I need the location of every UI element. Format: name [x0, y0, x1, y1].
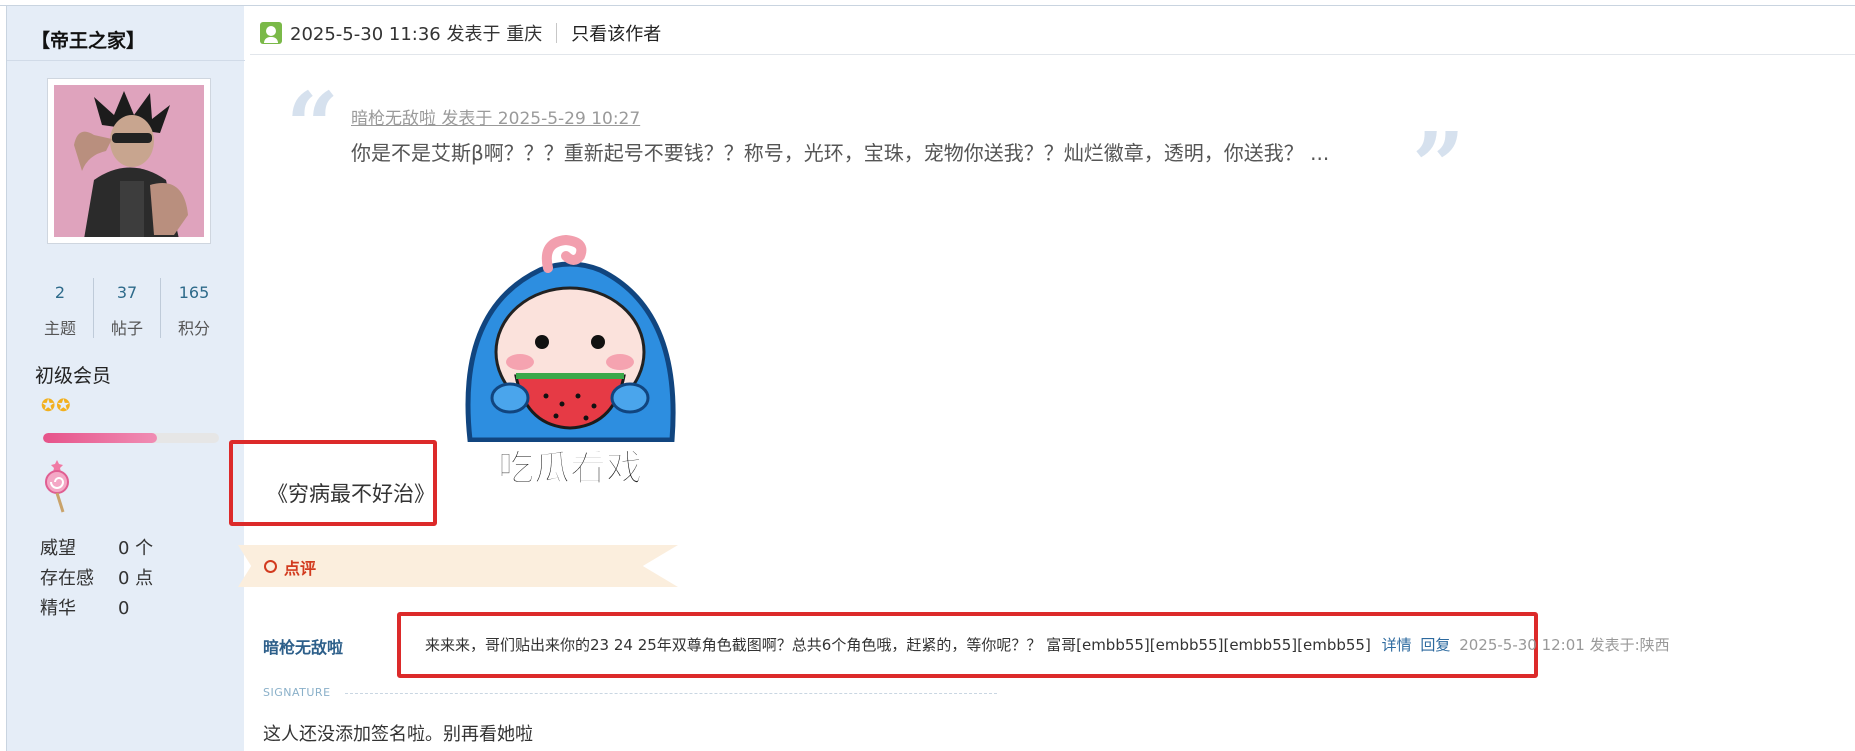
- post-header: 2025-5-30 11:36 发表于 重庆 只看该作者: [260, 20, 661, 46]
- comment-detail-link[interactable]: 详情: [1382, 636, 1412, 654]
- quote-open-icon: “: [286, 72, 339, 180]
- stat-value: 37: [116, 283, 138, 302]
- quote-meta-link[interactable]: 暗枪无敌啦 发表于 2025-5-29 10:27: [351, 104, 640, 129]
- comment-circle-icon: [264, 560, 277, 573]
- prop-value: 0 点: [118, 568, 154, 589]
- stat-label: 积分: [177, 319, 210, 338]
- quote-close-icon: ”: [1412, 112, 1465, 220]
- prop-key: 存在感: [40, 568, 94, 589]
- stat-topics[interactable]: 2 主题: [27, 278, 93, 338]
- stat-value: 165: [178, 283, 210, 302]
- post-body-text: 《穷病最不好治》: [267, 482, 435, 506]
- prop-value: 0: [118, 598, 130, 619]
- comment-banner-label: 点评: [284, 559, 317, 578]
- watermelon-eating-sticker: 吃瓜看戏: [460, 234, 680, 492]
- divider: [7, 60, 245, 61]
- stat-value: 2: [54, 283, 66, 302]
- stat-label: 帖子: [110, 319, 143, 338]
- quote-text: 你是不是艾斯β啊？？？重新起号不要钱？？称号，光环，宝珠，宠物你送我？？灿烂徽章…: [351, 141, 1330, 165]
- stat-posts[interactable]: 37 帖子: [93, 278, 160, 338]
- sticker-caption: 吃瓜看戏: [498, 448, 642, 489]
- prop-presence: 存在感 0 点: [40, 564, 153, 590]
- author-sidebar: 【帝王之家】 2 主题 37 帖子 165 积分 初级会员 ✪✪ 威望 0 个 …: [6, 6, 245, 751]
- prop-prestige: 威望 0 个: [40, 534, 153, 560]
- level-progress-fill: [43, 433, 158, 443]
- comment-user-link[interactable]: 暗枪无敌啦: [263, 634, 343, 658]
- post-time-location: 2025-5-30 11:36 发表于 重庆: [290, 24, 543, 45]
- author-stats: 2 主题 37 帖子 165 积分: [27, 278, 227, 338]
- avatar-character-icon: [54, 85, 204, 237]
- rank-stars-icon: ✪✪: [41, 396, 72, 416]
- avatar[interactable]: [47, 78, 211, 244]
- forum-post-page: 【帝王之家】 2 主题 37 帖子 165 积分 初级会员 ✪✪ 威望 0 个 …: [0, 0, 1855, 751]
- avatar-image: [54, 85, 204, 237]
- comment-time: 2025-5-30 12:01 发表于:陕西: [1459, 636, 1670, 654]
- prop-essence: 精华 0: [40, 594, 129, 620]
- user-icon: [260, 22, 282, 44]
- comment-reply-link[interactable]: 回复: [1420, 636, 1450, 654]
- signature-label: SIGNATURE: [263, 686, 331, 699]
- level-progress-bar: [43, 433, 219, 443]
- header-divider: [250, 54, 1855, 55]
- top-border: [0, 0, 1855, 6]
- lollipop-icon[interactable]: [41, 458, 75, 514]
- user-rank[interactable]: 初级会员: [35, 361, 111, 388]
- prop-value: 0 个: [118, 538, 154, 559]
- only-author-link[interactable]: 只看该作者: [571, 20, 661, 46]
- comment-text: 来来来，哥们贴出来你的23 24 25年双尊角色截图啊？总共6个角色哦，赶紧的，…: [425, 636, 1371, 654]
- stat-points[interactable]: 165 积分: [160, 278, 227, 338]
- prop-key: 威望: [40, 538, 76, 559]
- comment-body: 来来来，哥们贴出来你的23 24 25年双尊角色截图啊？总共6个角色哦，赶紧的，…: [425, 634, 1670, 655]
- author-name[interactable]: 【帝王之家】: [31, 26, 145, 53]
- stat-label: 主题: [43, 319, 76, 338]
- signature-text: 这人还没添加签名啦。别再看她啦: [263, 724, 533, 745]
- divider: [556, 23, 558, 43]
- prop-key: 精华: [40, 598, 76, 619]
- signature-divider: [345, 693, 997, 694]
